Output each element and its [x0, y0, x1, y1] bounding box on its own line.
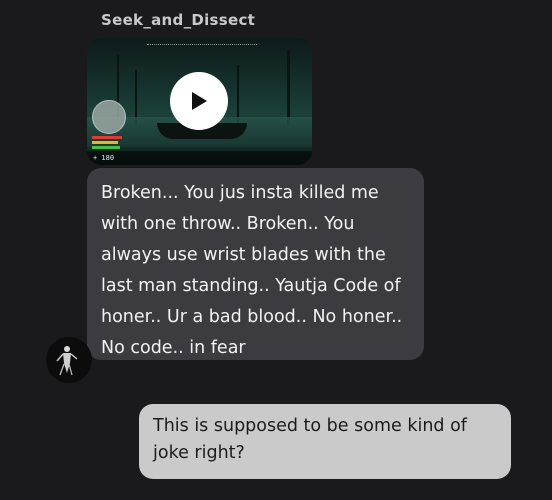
chat-thread: Seek_and_Dissect + 180 Broken... You jus… [0, 0, 552, 500]
hud-status-bars [92, 136, 122, 151]
sender-name[interactable]: Seek_and_Dissect [101, 11, 255, 29]
play-button[interactable] [170, 72, 228, 130]
sent-message-bubble[interactable]: This is supposed to be some kind of joke… [139, 404, 511, 479]
hud-compass-bar [147, 44, 257, 48]
avatar[interactable] [46, 337, 92, 383]
received-message-bubble[interactable]: Broken... You jus insta killed me with o… [87, 168, 424, 360]
minimap-icon [92, 100, 126, 134]
avatar-figure-icon [56, 346, 78, 376]
play-icon [192, 92, 207, 110]
hud-bottom-bar [87, 151, 312, 165]
scene-tree [237, 65, 239, 125]
hud-count: + 180 [93, 154, 115, 162]
scene-tree [287, 50, 290, 125]
